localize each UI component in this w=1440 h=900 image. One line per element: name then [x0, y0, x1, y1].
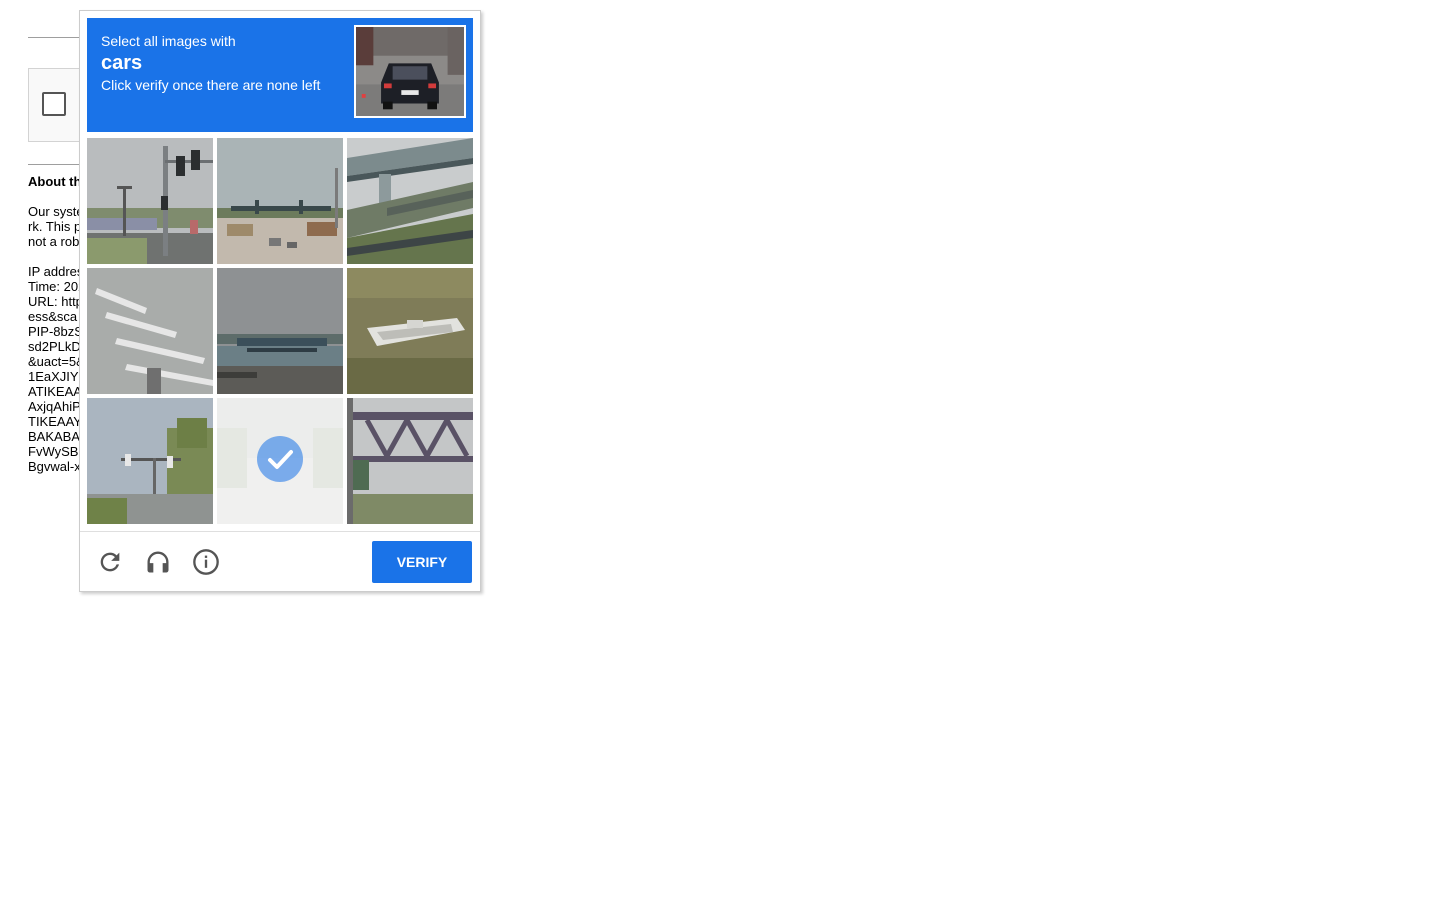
headphones-icon[interactable] [144, 548, 172, 576]
footer-divider [80, 531, 480, 532]
detail-line: 1EaXJIY [28, 369, 79, 384]
detail-line: BAKABA [28, 429, 80, 444]
image-tile[interactable] [347, 268, 473, 394]
challenge-subinstruction: Click verify once there are none left [101, 77, 321, 93]
detail-line: PIP-8bzS [28, 324, 80, 339]
detail-line: Bgvwal-x [28, 459, 80, 474]
im-not-a-robot-checkbox[interactable] [42, 92, 66, 116]
image-tile[interactable] [347, 398, 473, 524]
challenge-target-object: cars [101, 52, 143, 74]
detail-line: &uact=5& [28, 354, 80, 369]
image-tile[interactable] [87, 268, 213, 394]
sample-car-image [354, 25, 466, 118]
detail-line: sd2PLkD [28, 339, 80, 354]
about-heading: About th [28, 174, 80, 189]
about-body-line: Our syste [28, 204, 80, 219]
reload-icon[interactable] [96, 548, 124, 576]
selected-check-icon [257, 436, 303, 482]
image-tile[interactable] [217, 268, 343, 394]
image-tile[interactable] [87, 138, 213, 264]
image-tile-selected[interactable] [217, 398, 343, 524]
verify-button[interactable]: VERIFY [372, 541, 472, 583]
info-icon[interactable] [192, 548, 220, 576]
about-body: Our syste rk. This p not a rob [28, 204, 80, 249]
detail-line: AxjqAhiP [28, 399, 80, 414]
image-tile[interactable] [87, 398, 213, 524]
challenge-header: Select all images with cars Click verify… [87, 18, 473, 132]
request-details: IP addres Time: 202 URL: http ess&sca PI… [28, 264, 80, 474]
detail-line: TIKEAAY [28, 414, 80, 429]
image-grid [87, 138, 473, 524]
detail-line: Time: 202 [28, 279, 80, 294]
image-tile[interactable] [217, 138, 343, 264]
detail-line: FvWySB [28, 444, 79, 459]
image-tile[interactable] [347, 138, 473, 264]
detail-line: ess&sca [28, 309, 78, 324]
about-body-line: rk. This p [28, 219, 80, 234]
page-divider-mid [28, 164, 80, 165]
about-body-line: not a rob [28, 234, 80, 249]
detail-line: ATIKEAA [28, 384, 80, 399]
page-divider-top [28, 37, 80, 38]
detail-line: URL: http [28, 294, 80, 309]
detail-line: IP addres [28, 264, 80, 279]
challenge-instruction: Select all images with [101, 33, 236, 49]
captcha-challenge-popup: Select all images with cars Click verify… [79, 10, 481, 592]
